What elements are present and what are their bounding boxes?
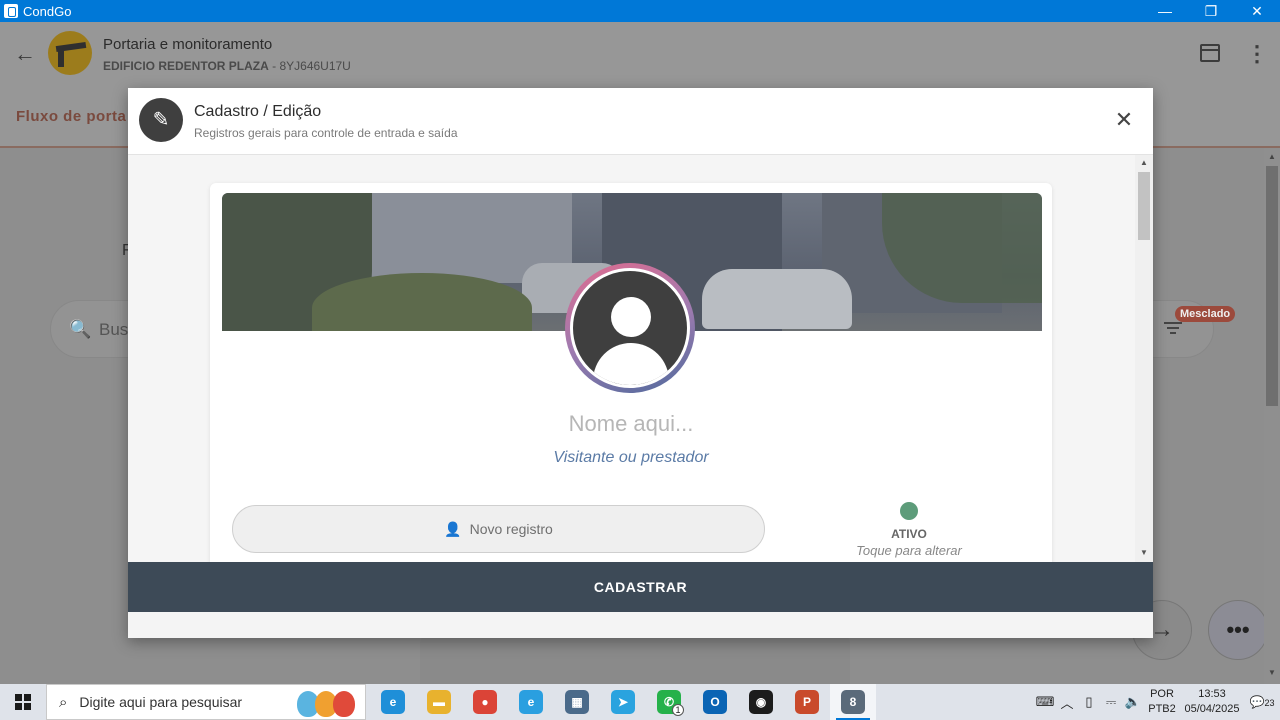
app-header: ← Portaria e monitoramento EDIFICIO REDE… [0, 22, 1280, 88]
windows-logo-icon [15, 694, 31, 710]
edit-pencil-icon: ✎ [139, 98, 183, 142]
network-icon[interactable]: ⎓ [1100, 694, 1122, 710]
keyboard-icon[interactable]: ⌨ [1034, 694, 1056, 710]
restore-button[interactable]: ❐ [1188, 0, 1234, 22]
search-icon: 🔍 [69, 319, 92, 339]
cadastrar-button[interactable]: CADASTRAR [128, 562, 1153, 612]
lang-top: POR [1150, 688, 1174, 700]
taskbar-whatsapp-button[interactable]: ✆ 1 [646, 684, 692, 720]
ie-icon: e [519, 690, 543, 714]
chrome-icon: ● [473, 690, 497, 714]
page-title: Portaria e monitoramento [103, 36, 273, 53]
close-modal-icon[interactable]: ✕ [1112, 108, 1136, 132]
notifications-icon[interactable]: 💬23 [1244, 695, 1280, 709]
lang-bottom: PTB2 [1148, 703, 1176, 715]
taskbar-chrome-button[interactable]: ● [462, 684, 508, 720]
modal-body: Nome aqui... Visitante ou prestador 👤 No… [128, 155, 1153, 562]
gate-logo-icon [48, 31, 92, 75]
taskbar-explorer-button[interactable]: ▬ [416, 684, 462, 720]
scroll-up-icon[interactable]: ▲ [1268, 152, 1276, 161]
modal-scroll-down-icon[interactable]: ▼ [1140, 548, 1148, 557]
name-field[interactable]: Nome aqui... [210, 411, 1052, 437]
page-scrollbar[interactable]: ▲ ▼ [1264, 148, 1280, 684]
clock-date: 05/04/2025 [1184, 703, 1240, 715]
mesclado-badge: Mesclado [1175, 306, 1236, 322]
taskbar-edge-button[interactable]: e [370, 684, 416, 720]
search-placeholder: Bus [99, 320, 129, 339]
status-hint: Toque para alterar [856, 543, 962, 558]
notification-count: 23 [1264, 698, 1275, 708]
explorer-icon: ▬ [427, 690, 451, 714]
new-register-button[interactable]: 👤 Novo registro [232, 505, 765, 553]
edge-icon: e [381, 690, 405, 714]
calculator-icon: ▦ [565, 690, 589, 714]
new-register-label: Novo registro [469, 521, 553, 537]
minimize-button[interactable]: — [1142, 0, 1188, 22]
language-indicator[interactable]: POR PTB2 [1144, 687, 1180, 717]
page-scroll-thumb[interactable] [1266, 166, 1278, 406]
volume-icon[interactable]: 🔈 [1122, 694, 1144, 710]
outlook-icon: O [703, 690, 727, 714]
register-modal: ✎ Cadastro / Edição Registros gerais par… [128, 88, 1153, 638]
modal-header: ✎ Cadastro / Edição Registros gerais par… [128, 88, 1153, 155]
modal-scrollbar[interactable]: ▲ ▼ [1135, 155, 1153, 562]
window-title: CondGo [23, 3, 72, 19]
more-fab-button[interactable]: ••• [1208, 600, 1268, 660]
building-code: - 8YJ646U17U [268, 59, 351, 73]
avatar-ring[interactable] [565, 263, 695, 393]
modal-scroll-thumb[interactable] [1138, 172, 1150, 240]
start-button[interactable] [0, 684, 46, 720]
taskbar-chat-app-button[interactable]: ◉ [738, 684, 784, 720]
avatar-placeholder-icon[interactable] [570, 268, 690, 388]
taskbar-condgo-button[interactable]: 8 [830, 684, 876, 720]
app-icon [4, 4, 18, 18]
archive-icon[interactable] [1200, 44, 1220, 62]
taskbar-search[interactable]: ⌕ Digite aqui para pesquisar [46, 684, 366, 720]
clock-time: 13:53 [1198, 688, 1226, 700]
profile-card: Nome aqui... Visitante ou prestador 👤 No… [210, 183, 1052, 562]
close-window-button[interactable]: ✕ [1234, 0, 1280, 22]
person-add-icon: 👤 [444, 520, 462, 537]
status-label[interactable]: ATIVO [810, 527, 1008, 541]
taskbar-ie-button[interactable]: e [508, 684, 554, 720]
system-tray: ⌨ ︿ ▯ ⎓ 🔈 POR PTB2 13:53 05/04/2025 💬23 [1034, 684, 1280, 720]
status-toggle-dot[interactable] [900, 502, 918, 520]
taskbar-outlook-button[interactable]: O [692, 684, 738, 720]
modal-scroll-up-icon[interactable]: ▲ [1140, 158, 1148, 167]
scroll-down-icon[interactable]: ▼ [1268, 668, 1276, 677]
condgo-icon: 8 [841, 690, 865, 714]
taskbar-calculator-button[interactable]: ▦ [554, 684, 600, 720]
page-subtitle: EDIFICIO REDENTOR PLAZA - 8YJ646U17U [103, 59, 351, 73]
back-arrow-icon[interactable]: ← [14, 42, 38, 66]
window-titlebar: CondGo — ❐ ✕ [0, 0, 1280, 22]
powerpoint-icon: P [795, 690, 819, 714]
taskbar-apps: e ▬ ● e ▦ ➤ ✆ 1 O ◉ P 8 [370, 684, 876, 720]
filter-icon[interactable] [1164, 322, 1182, 334]
clock[interactable]: 13:53 05/04/2025 [1180, 687, 1244, 717]
taskbar-search-icon: ⌕ [59, 693, 68, 711]
more-vert-icon[interactable]: ⋮ [1246, 42, 1268, 66]
show-hidden-icons-icon[interactable]: ︿ [1056, 693, 1078, 712]
modal-subtitle: Registros gerais para controle de entrad… [194, 126, 458, 140]
modal-title: Cadastro / Edição [194, 103, 322, 120]
building-name: EDIFICIO REDENTOR PLAZA [103, 59, 269, 73]
role-selector[interactable]: Visitante ou prestador [210, 449, 1052, 467]
device-icon[interactable]: ▯ [1078, 694, 1100, 710]
taskbar-telegram-button[interactable]: ➤ [600, 684, 646, 720]
easter-eggs-icon[interactable] [297, 689, 359, 717]
whatsapp-badge: 1 [672, 704, 684, 716]
taskbar-powerpoint-button[interactable]: P [784, 684, 830, 720]
tab-fluxo-portaria[interactable]: Fluxo de porta [16, 108, 126, 125]
chat-app-icon: ◉ [749, 690, 773, 714]
taskbar-search-placeholder: Digite aqui para pesquisar [79, 694, 243, 710]
telegram-icon: ➤ [611, 690, 635, 714]
app-background: ← Portaria e monitoramento EDIFICIO REDE… [0, 22, 1280, 684]
windows-taskbar: ⌕ Digite aqui para pesquisar e ▬ ● e ▦ ➤ ✆ 1 O ◉ P… [0, 684, 1280, 720]
